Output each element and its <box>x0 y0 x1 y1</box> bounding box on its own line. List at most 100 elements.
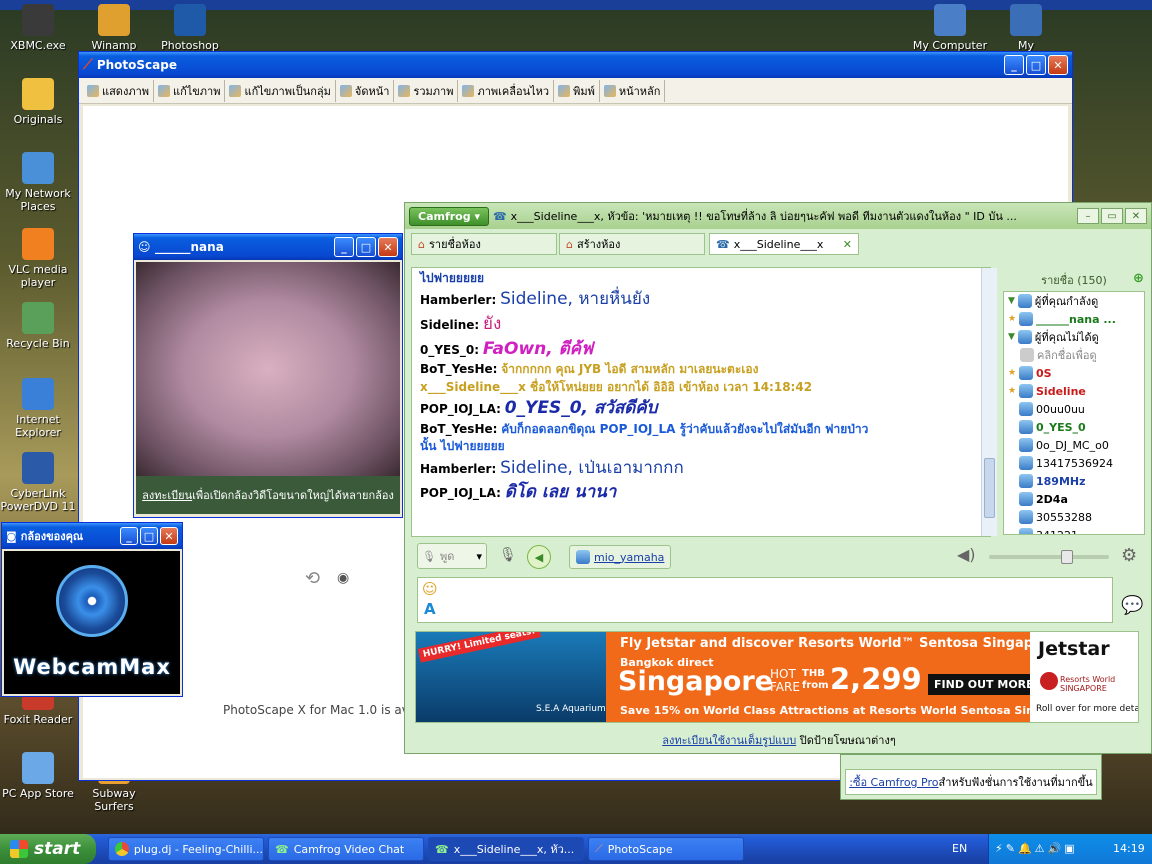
chat-author[interactable]: BoT_YesHe: <box>420 362 497 376</box>
refresh-icon[interactable]: ⟲ <box>305 568 320 589</box>
chat-message: POP_IOJ_LA: 0_YES_0, สวัสดีคับ <box>420 396 982 421</box>
find-out-more-button[interactable]: FIND OUT MORE <box>928 674 1040 695</box>
user-list-item[interactable]: 189MHz <box>1004 472 1144 490</box>
chat-log[interactable]: ไปฟายยยยย Hamberler: Sideline, หายหื่นยัง… <box>411 267 991 537</box>
taskbar-item-photoscape[interactable]: ⟋ PhotoScape <box>588 837 744 861</box>
user-list-item[interactable]: 341221 <box>1004 526 1144 534</box>
chat-author[interactable]: POP_IOJ_LA: <box>420 486 501 500</box>
tab-create-room[interactable]: ⌂ สร้างห้อง <box>559 233 705 255</box>
speaker-icon[interactable]: ◀ <box>527 545 551 569</box>
expand-arrow-icon[interactable]: ▼ <box>1008 332 1015 342</box>
desktop-icon[interactable]: Recycle Bin <box>0 302 76 350</box>
maximize-button[interactable]: □ <box>1026 55 1046 75</box>
close-button[interactable]: ✕ <box>1125 208 1147 224</box>
close-button[interactable]: ✕ <box>378 237 398 257</box>
minimize-button[interactable]: _ <box>120 527 138 545</box>
chat-author[interactable]: Hamberler: <box>420 462 496 476</box>
user-list-item[interactable]: 00uu0uu <box>1004 400 1144 418</box>
user-list-hint[interactable]: คลิกชื่อเพื่อดู <box>1004 346 1144 364</box>
ad-banner[interactable]: HURRY! Limited seats! S.E.A Aquarium Fly… <box>415 631 1139 723</box>
chat-scrollbar[interactable] <box>981 268 997 536</box>
user-label: คลิกชื่อเพื่อดู <box>1037 349 1097 362</box>
user-icon <box>1019 456 1033 470</box>
expand-arrow-icon[interactable]: ▼ <box>1008 296 1015 306</box>
chat-author[interactable]: Sideline: <box>420 318 479 332</box>
volume-slider[interactable] <box>989 550 1109 564</box>
taskbar-item-camfrog[interactable]: ☎ Camfrog Video Chat <box>268 837 424 861</box>
close-button[interactable]: ✕ <box>1048 55 1068 75</box>
smiley-icon[interactable]: ☺ <box>422 580 438 598</box>
photoscape-tab[interactable]: รวมภาพ <box>394 79 459 102</box>
settings-gear-icon[interactable]: ⚙ <box>1121 545 1137 566</box>
register-link[interactable]: ลงทะเบียน <box>142 486 192 504</box>
desktop-icon[interactable]: My Network Places <box>0 152 76 213</box>
taskbar-item-plugdj[interactable]: plug.dj - Feeling-Chilli... <box>108 837 264 861</box>
user-list-item[interactable]: ★ 0S <box>1004 364 1144 382</box>
minimize-button[interactable]: _ <box>1004 55 1024 75</box>
register-full-link[interactable]: ลงทะเบียนใช้งานเต็มรูปแบบ <box>662 734 796 747</box>
desktop-icon[interactable]: My Computer <box>912 4 988 52</box>
desktop-icon[interactable]: Internet Explorer <box>0 378 76 439</box>
photoscape-tab[interactable]: แก้ไขภาพ <box>154 79 226 102</box>
user-group-header[interactable]: ▼ ผู้ที่คุณไม่ได้ดู <box>1004 328 1144 346</box>
photoscape-tab[interactable]: แก้ไขภาพเป็นกลุ่ม <box>225 79 336 102</box>
camfrog-menu-button[interactable]: Camfrog ▾ <box>409 206 489 226</box>
desktop-icon[interactable]: Winamp <box>76 4 152 52</box>
desktop-icon-label: VLC media player <box>8 263 68 289</box>
buy-pro-link[interactable]: :ซื้อ Camfrog Pro <box>849 773 938 791</box>
tab-label: หน้าหลัก <box>618 84 661 98</box>
chat-author[interactable]: 0_YES_0: <box>420 343 479 357</box>
font-icon[interactable]: A <box>424 600 436 618</box>
nana-video-window: ☺ ______nana _ □ ✕ ลงทะเบียน เพื่อเปิดกล… <box>133 233 403 518</box>
current-speaker[interactable]: mio_yamaha <box>569 545 672 569</box>
language-indicator[interactable]: EN <box>952 842 967 855</box>
camfrog-titlebar[interactable]: Camfrog ▾ ☎ x___Sideline___x, หัวข้อ: 'ห… <box>405 203 1151 229</box>
desktop-icon[interactable]: CyberLink PowerDVD 11 <box>0 452 76 513</box>
maximize-button[interactable]: □ <box>140 527 158 545</box>
webcam-titlebar[interactable]: ◙ กล้องของคุณ _ □ ✕ <box>2 523 182 549</box>
close-button[interactable]: ✕ <box>160 527 178 545</box>
user-list-item[interactable]: ★ Sideline <box>1004 382 1144 400</box>
send-bubble-icon[interactable]: 💬 <box>1121 595 1143 616</box>
photoscape-tab[interactable]: จัดหน้า <box>336 79 395 102</box>
message-input[interactable]: ☺ A <box>417 577 1113 623</box>
user-list-item[interactable]: 2D4a <box>1004 490 1144 508</box>
desktop-icon-label: XBMC.exe <box>10 39 66 52</box>
minimize-button[interactable]: – <box>1077 208 1099 224</box>
photoscape-titlebar[interactable]: ⟋ PhotoScape _ □ ✕ <box>79 52 1072 78</box>
nana-titlebar[interactable]: ☺ ______nana _ □ ✕ <box>134 234 402 260</box>
user-list-item[interactable]: 13417536924 <box>1004 454 1144 472</box>
user-list-item[interactable]: ★ ______nana ... <box>1004 310 1144 328</box>
chat-author[interactable]: BoT_YesHe: <box>420 422 497 436</box>
desktop-icon[interactable]: Photoshop <box>152 4 228 52</box>
tab-room-list[interactable]: ⌂ รายชื่อห้อง <box>411 233 557 255</box>
photoscape-tab[interactable]: พิมพ์ <box>554 79 600 102</box>
desktop-icon[interactable]: PC App Store <box>0 752 76 800</box>
minimize-button[interactable]: _ <box>334 237 354 257</box>
mic-icon[interactable]: 🎙 <box>499 547 517 563</box>
taskbar-item-room[interactable]: ☎ x___Sideline___x, หัว... <box>428 837 584 861</box>
user-list-item[interactable]: 0o_DJ_MC_o0 <box>1004 436 1144 454</box>
close-tab-icon[interactable]: ✕ <box>843 238 852 251</box>
user-list-item[interactable]: 0_YES_0 <box>1004 418 1144 436</box>
eye-icon[interactable]: ◉ <box>337 570 349 586</box>
photoscape-tab[interactable]: หน้าหลัก <box>600 79 666 102</box>
user-list[interactable]: ▼ ผู้ที่คุณกำลังดู ★ ______nana ... ▼ ผู้ที่ค… <box>1003 291 1145 535</box>
speak-button[interactable]: 🎙 พูด ▾ <box>417 543 487 569</box>
desktop-icon[interactable]: VLC media player <box>0 228 76 289</box>
tray-icons[interactable]: ⚡✎🔔⚠🔊▣ <box>995 842 1078 855</box>
start-button[interactable]: start <box>0 834 96 864</box>
desktop-icon[interactable]: XBMC.exe <box>0 4 76 52</box>
chat-author[interactable]: POP_IOJ_LA: <box>420 402 501 416</box>
maximize-button[interactable]: ▭ <box>1101 208 1123 224</box>
tab-current-room[interactable]: ☎ x___Sideline___x ✕ <box>709 233 859 255</box>
user-group-header[interactable]: ▼ ผู้ที่คุณกำลังดู <box>1004 292 1144 310</box>
desktop-icon[interactable]: Originals <box>0 78 76 126</box>
photoscape-tab[interactable]: แสดงภาพ <box>83 79 154 102</box>
photoscape-tab[interactable]: ภาพเคลื่อนไหว <box>458 79 555 102</box>
chat-text: Sideline, หายหื่นยัง <box>500 289 651 310</box>
user-list-item[interactable]: 30553288 <box>1004 508 1144 526</box>
add-icon[interactable]: ⊕ <box>1133 271 1144 286</box>
chat-author[interactable]: Hamberler: <box>420 293 496 307</box>
maximize-button[interactable]: □ <box>356 237 376 257</box>
